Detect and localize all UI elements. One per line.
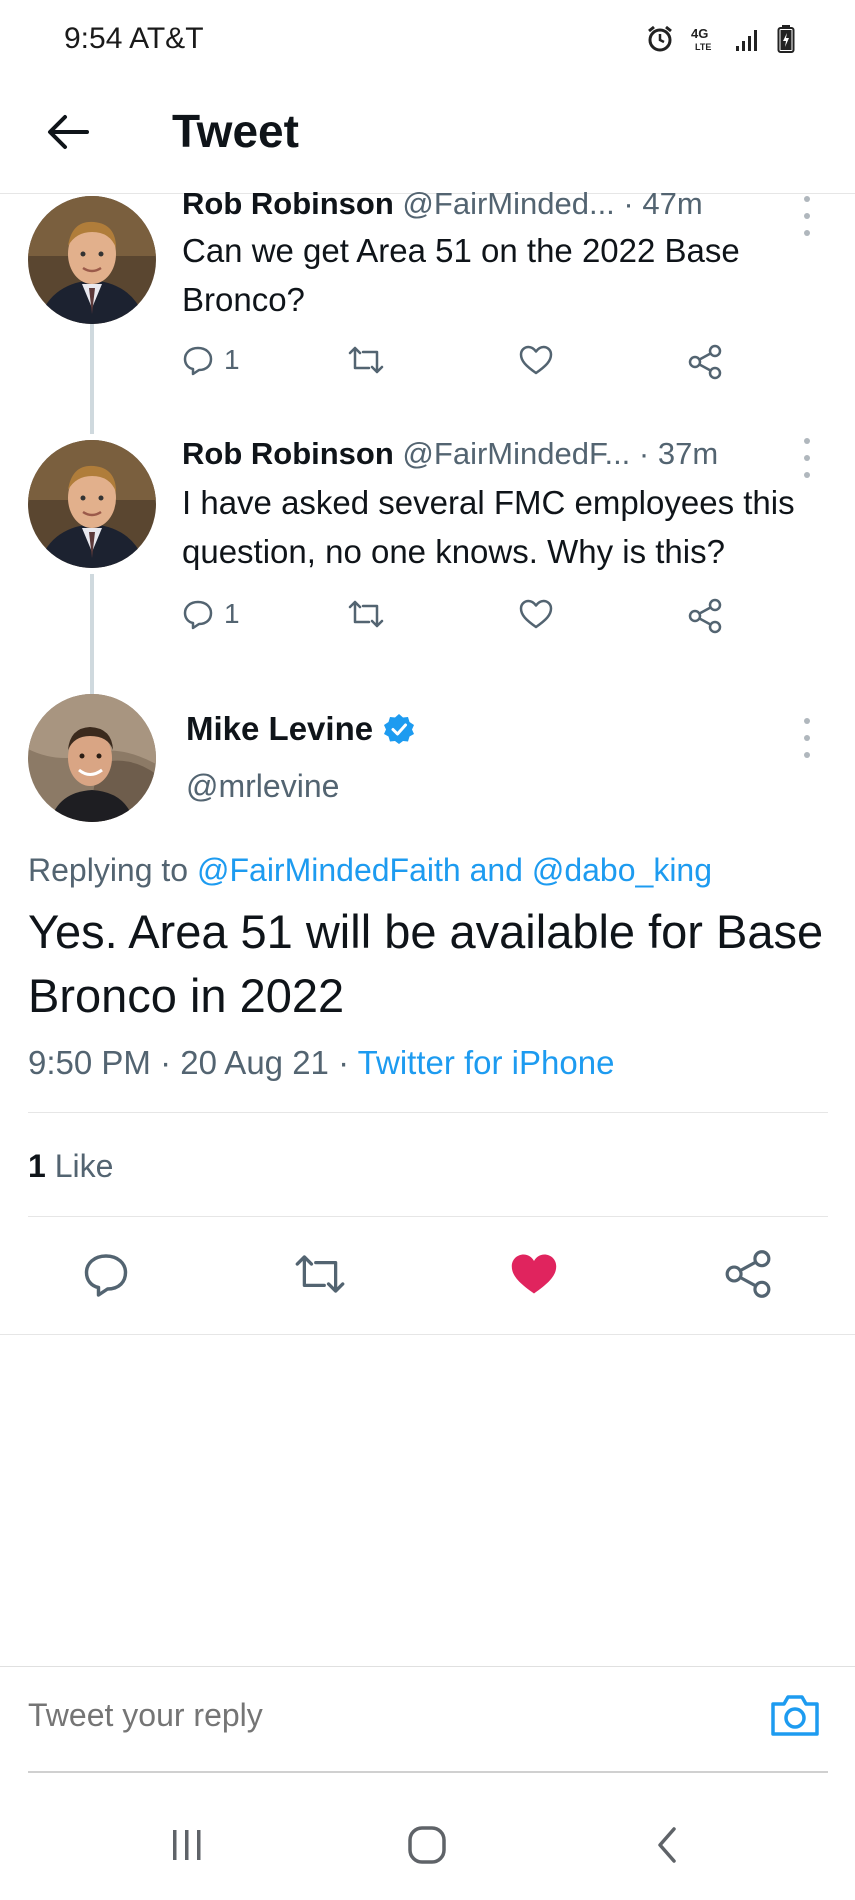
svg-text:4G: 4G: [691, 26, 708, 41]
avatar-rob-robinson: [28, 196, 156, 324]
avatar[interactable]: [28, 440, 156, 568]
divider: [0, 1334, 855, 1335]
share-icon: [725, 1250, 771, 1298]
avatar-rob-robinson: [28, 440, 156, 568]
battery-icon: [777, 25, 795, 53]
alarm-icon: [648, 25, 672, 52]
reply-icon: [183, 600, 213, 630]
reply-icon: [183, 346, 213, 376]
more-options-button[interactable]: [797, 718, 817, 758]
tweet-actions: 1: [182, 344, 742, 390]
retweet-icon: [348, 600, 384, 628]
likes-summary[interactable]: 1 Like: [28, 1148, 113, 1185]
reply-button[interactable]: 1: [182, 598, 240, 630]
author-name[interactable]: Rob Robinson: [182, 436, 394, 471]
reply-underline: [28, 1771, 828, 1773]
share-button[interactable]: [687, 344, 723, 380]
back-nav-button[interactable]: [632, 1810, 702, 1880]
like-label: Like: [54, 1148, 114, 1184]
tweet-header: Rob Robinson @FairMinded... · 47m: [182, 186, 703, 222]
mention-link[interactable]: @dabo_king: [532, 852, 712, 888]
verified-badge-icon: [384, 714, 415, 744]
replying-prefix: Replying to: [28, 852, 189, 888]
network-4g-icon: 4G LTE: [691, 26, 711, 52]
thread-connector: [90, 574, 94, 694]
tweet-actions: 1: [182, 598, 742, 644]
heart-filled-icon: [511, 1254, 557, 1294]
replying-and[interactable]: and: [470, 852, 523, 888]
app-header: Tweet: [0, 80, 855, 194]
tweet-text: I have asked several FMC employees this …: [182, 484, 795, 570]
share-button[interactable]: [687, 598, 723, 634]
meta-separator: ·: [338, 1044, 350, 1081]
heart-icon: [519, 345, 553, 375]
retweet-icon: [295, 1255, 345, 1293]
tweet-time: 9:50 PM: [28, 1044, 151, 1081]
svg-text:LTE: LTE: [695, 42, 711, 52]
home-button[interactable]: [392, 1810, 462, 1880]
replying-to: Replying to @FairMindedFaith and @dabo_k…: [28, 852, 712, 889]
meta-separator: ·: [160, 1044, 172, 1081]
avatar-mike-levine: [28, 694, 156, 822]
reply-count: 1: [224, 598, 240, 629]
author-handle[interactable]: @mrlevine: [186, 768, 339, 805]
thread-connector: [90, 322, 94, 434]
author-name[interactable]: Rob Robinson: [182, 186, 394, 221]
status-bar: 9:54 AT&T 4G LTE: [0, 0, 855, 80]
status-clock: 9:54: [64, 22, 123, 55]
page-title: Tweet: [172, 105, 299, 157]
more-options-button[interactable]: [797, 438, 817, 478]
recent-apps-button[interactable]: [152, 1810, 222, 1880]
like-count: 1: [28, 1148, 46, 1184]
share-icon: [688, 598, 722, 634]
back-arrow-icon: [48, 115, 89, 149]
author-handle[interactable]: @FairMinded...: [402, 186, 614, 221]
share-button[interactable]: [720, 1246, 776, 1302]
retweet-button[interactable]: [347, 344, 385, 376]
back-button[interactable]: [38, 102, 98, 162]
reply-bar: [0, 1666, 855, 1773]
like-button[interactable]: [518, 598, 554, 630]
avatar[interactable]: [28, 694, 156, 822]
reply-icon: [84, 1254, 128, 1297]
heart-icon: [519, 599, 553, 629]
tweet-header: Rob Robinson @FairMindedF... · 37m: [182, 436, 718, 472]
main-tweet-actions: [0, 1240, 855, 1310]
recent-apps-icon: [173, 1830, 201, 1860]
camera-icon: [771, 1695, 819, 1736]
main-tweet-text: Yes. Area 51 will be available for Base …: [28, 905, 824, 1022]
reply-count: 1: [224, 344, 240, 375]
retweet-icon: [348, 346, 384, 374]
camera-button[interactable]: [765, 1685, 825, 1745]
avatar[interactable]: [28, 196, 156, 324]
share-icon: [688, 344, 722, 380]
tweet-date: 20 Aug 21: [180, 1044, 329, 1081]
mention-link[interactable]: @FairMindedFaith: [197, 852, 461, 888]
reply-button[interactable]: 1: [182, 344, 240, 376]
divider: [28, 1112, 828, 1113]
main-author-name[interactable]: Mike Levine: [186, 710, 415, 748]
tweet-text: Can we get Area 51 on the 2022 Base Bron…: [182, 232, 740, 318]
chevron-left-icon: [658, 1827, 676, 1863]
home-icon: [408, 1826, 446, 1864]
tweet-time: · 47m: [623, 186, 703, 221]
retweet-button[interactable]: [347, 598, 385, 630]
author-handle[interactable]: @FairMindedF...: [402, 436, 630, 471]
reply-button[interactable]: [78, 1246, 134, 1302]
like-button[interactable]: [506, 1246, 562, 1302]
like-button[interactable]: [518, 344, 554, 376]
divider: [28, 1216, 828, 1217]
signal-icon: [736, 30, 757, 51]
status-icons: 4G LTE: [645, 24, 795, 54]
reply-input[interactable]: [28, 1697, 728, 1734]
status-carrier: AT&T: [129, 22, 204, 55]
status-time: 9:54 AT&T: [64, 22, 204, 56]
system-nav-bar: [0, 1790, 855, 1900]
author-name[interactable]: Mike Levine: [186, 710, 373, 748]
retweet-button[interactable]: [292, 1246, 348, 1302]
tweet-time: · 37m: [638, 436, 719, 471]
tweet-source-link[interactable]: Twitter for iPhone: [358, 1044, 615, 1081]
tweet-meta: 9:50 PM · 20 Aug 21 · Twitter for iPhone: [28, 1044, 614, 1082]
